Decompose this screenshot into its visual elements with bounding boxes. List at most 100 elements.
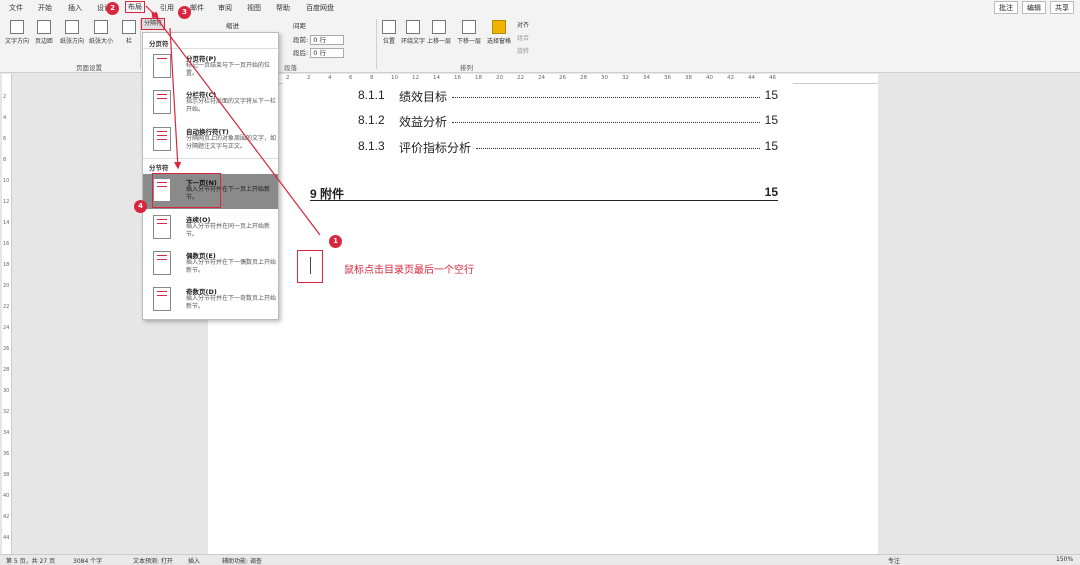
spacing-after[interactable]: 段后: 0 行 (293, 47, 345, 58)
columns-button[interactable]: 栏 (122, 20, 136, 45)
tab-baidu-netdisk[interactable]: 百度网盘 (306, 3, 334, 13)
toc-entry[interactable]: 8.1.3 评价指标分析 15 (358, 139, 778, 155)
toc-main-text: 9 附件 (310, 187, 345, 201)
ruler-number: 6 (349, 75, 353, 81)
orientation-icon (65, 20, 79, 34)
ruler-number: 22 (517, 75, 524, 81)
step-badge-3: 3 (178, 6, 191, 19)
toc-page: 15 (764, 139, 778, 153)
step-badge-1: 1 (329, 235, 342, 248)
section-breaks-header: 分节符 (149, 164, 169, 172)
toc-text: 绩效目标 (399, 90, 448, 104)
margins-button[interactable]: 页边距 (35, 20, 53, 45)
ruler-number: 18 (3, 262, 10, 268)
spacing-after-field[interactable]: 0 行 (310, 48, 345, 58)
columns-label: 栏 (125, 38, 132, 45)
paragraph-group-label: 段落 (284, 64, 297, 72)
zoom-level[interactable]: 150% (1056, 556, 1073, 563)
columns-icon (122, 20, 136, 34)
spacing-before[interactable]: 段前: 0 行 (293, 34, 345, 45)
ruler-number: 36 (3, 451, 10, 457)
edit-button[interactable]: 编辑 (1022, 1, 1046, 14)
text-direction-label: 文字方向 (5, 38, 30, 45)
send-backward-label: 下移一层 (457, 38, 482, 45)
toc-entry[interactable]: 8.1.2 效益分析 15 (358, 113, 778, 129)
odd-page-break-item[interactable]: 奇数页(D) 插入分节符并在下一奇数页上开始新节。 (143, 283, 278, 318)
page-break-item[interactable]: 分页符(P) 标记一页结束与下一页开始的位置。 (143, 50, 278, 85)
divider (140, 19, 141, 69)
tab-mailings[interactable]: 邮件 (190, 3, 204, 13)
ruler-number: 38 (3, 472, 10, 478)
page-setup-group-label: 页面设置 (76, 64, 102, 72)
ruler-number: 16 (3, 241, 10, 247)
toc-number: 8.1.3 (358, 139, 385, 153)
toc-main-entry[interactable]: 9 附件 15 (310, 185, 778, 201)
rotate-label: 旋转 (517, 48, 530, 55)
spacing-after-label: 段后: (293, 49, 309, 57)
toc-page: 15 (764, 88, 778, 102)
tab-references[interactable]: 引用 (160, 3, 174, 13)
share-button[interactable]: 共享 (1050, 1, 1074, 14)
breaks-button[interactable]: 分隔符 (141, 18, 166, 30)
ruler-number: 18 (475, 75, 482, 81)
toc-entry[interactable]: 8.1.1 绩效目标 15 (358, 88, 778, 104)
tab-view[interactable]: 视图 (247, 3, 261, 13)
document-page[interactable]: 8.1.1 绩效目标 15 8.1.2 效益分析 15 8.1.3 评价指标分析… (208, 84, 878, 554)
ruler-number: 30 (3, 388, 10, 394)
size-button[interactable]: 纸张大小 (89, 20, 113, 45)
text-direction-icon (10, 20, 24, 34)
toc-number: 8.1.2 (358, 113, 385, 127)
ruler-number: 4 (328, 75, 332, 81)
group-button[interactable]: 组合 (517, 33, 529, 42)
tab-review[interactable]: 审阅 (218, 3, 232, 13)
menu-item-desc: 分隔网页上的对象周围的文字，如分隔题注文字与正文。 (186, 135, 277, 150)
send-backward-button[interactable]: 下移一层 (457, 20, 481, 45)
ruler-number: 36 (664, 75, 671, 81)
toc-leader (452, 121, 760, 123)
toc-text: 评价指标分析 (399, 141, 472, 155)
comment-button[interactable]: 批注 (994, 1, 1018, 14)
ruler-number: 6 (3, 136, 7, 142)
menu-item-desc: 插入分节符并在同一页上开始新节。 (186, 223, 271, 238)
toc-main-page: 15 (764, 185, 778, 199)
bring-forward-icon (432, 20, 446, 34)
orientation-button[interactable]: 纸张方向 (60, 20, 84, 45)
position-button[interactable]: 位置 (382, 20, 396, 45)
menu-item-desc: 插入分节符并在下一奇数页上开始新节。 (186, 295, 277, 310)
divider (143, 158, 278, 159)
ruler-number: 40 (706, 75, 713, 81)
ribbon-tabs: 文件 开始 插入 设计 布局 引用 邮件 审阅 视图 帮助 百度网盘 批注 编辑… (0, 0, 1080, 16)
spacing-before-field[interactable]: 0 行 (310, 35, 345, 45)
tab-home[interactable]: 开始 (38, 3, 52, 13)
top-right-actions: 批注 编辑 共享 (994, 1, 1074, 14)
column-break-item[interactable]: 分栏符(C) 指示分栏符后面的文字将从下一栏开始。 (143, 86, 278, 121)
menu-item-desc: 标记一页结束与下一页开始的位置。 (186, 62, 271, 77)
continuous-break-item[interactable]: 连续(O) 插入分节符并在同一页上开始新节。 (143, 211, 278, 246)
ruler-number: 12 (3, 199, 10, 205)
tab-layout[interactable]: 布局 (125, 1, 145, 13)
even-page-break-item[interactable]: 偶数页(E) 插入分节符并在下一偶数页上开始新节。 (143, 247, 278, 282)
wrap-text-button[interactable]: 环绕文字 (401, 20, 425, 45)
tab-insert[interactable]: 插入 (68, 3, 82, 13)
position-label: 位置 (382, 38, 395, 45)
ruler-number: 2 (286, 75, 290, 81)
text-wrapping-break-item[interactable]: 自动换行符(T) 分隔网页上的对象周围的文字，如分隔题注文字与正文。 (143, 123, 278, 158)
selection-pane-button[interactable]: 选择窗格 (487, 20, 511, 45)
position-icon (382, 20, 396, 34)
ruler-number: 28 (3, 367, 10, 373)
ruler-number: 42 (3, 514, 10, 520)
rotate-button[interactable]: 旋转 (517, 46, 529, 55)
ruler-number: 44 (3, 535, 10, 541)
align-label: 对齐 (517, 22, 530, 29)
tab-help[interactable]: 帮助 (276, 3, 290, 13)
text-direction-button[interactable]: 文字方向 (5, 20, 29, 45)
tab-file[interactable]: 文件 (9, 3, 23, 13)
bring-forward-button[interactable]: 上移一层 (427, 20, 451, 45)
horizontal-ruler[interactable]: 2 2 4 6 8 10 12 14 16 18 20 22 24 26 28 30 32 34 36 38 40 42 4… (208, 74, 878, 84)
ruler-number: 2 (3, 94, 7, 100)
align-button[interactable]: 对齐 (517, 20, 529, 29)
ruler-number: 40 (3, 493, 10, 499)
ruler-number: 10 (391, 75, 398, 81)
toc-number: 8.1.1 (358, 88, 385, 102)
vertical-ruler[interactable]: 2 4 6 8 10 12 14 16 18 20 22 24 26 28 30 32 34 36 38 40 42 44 (2, 74, 12, 554)
